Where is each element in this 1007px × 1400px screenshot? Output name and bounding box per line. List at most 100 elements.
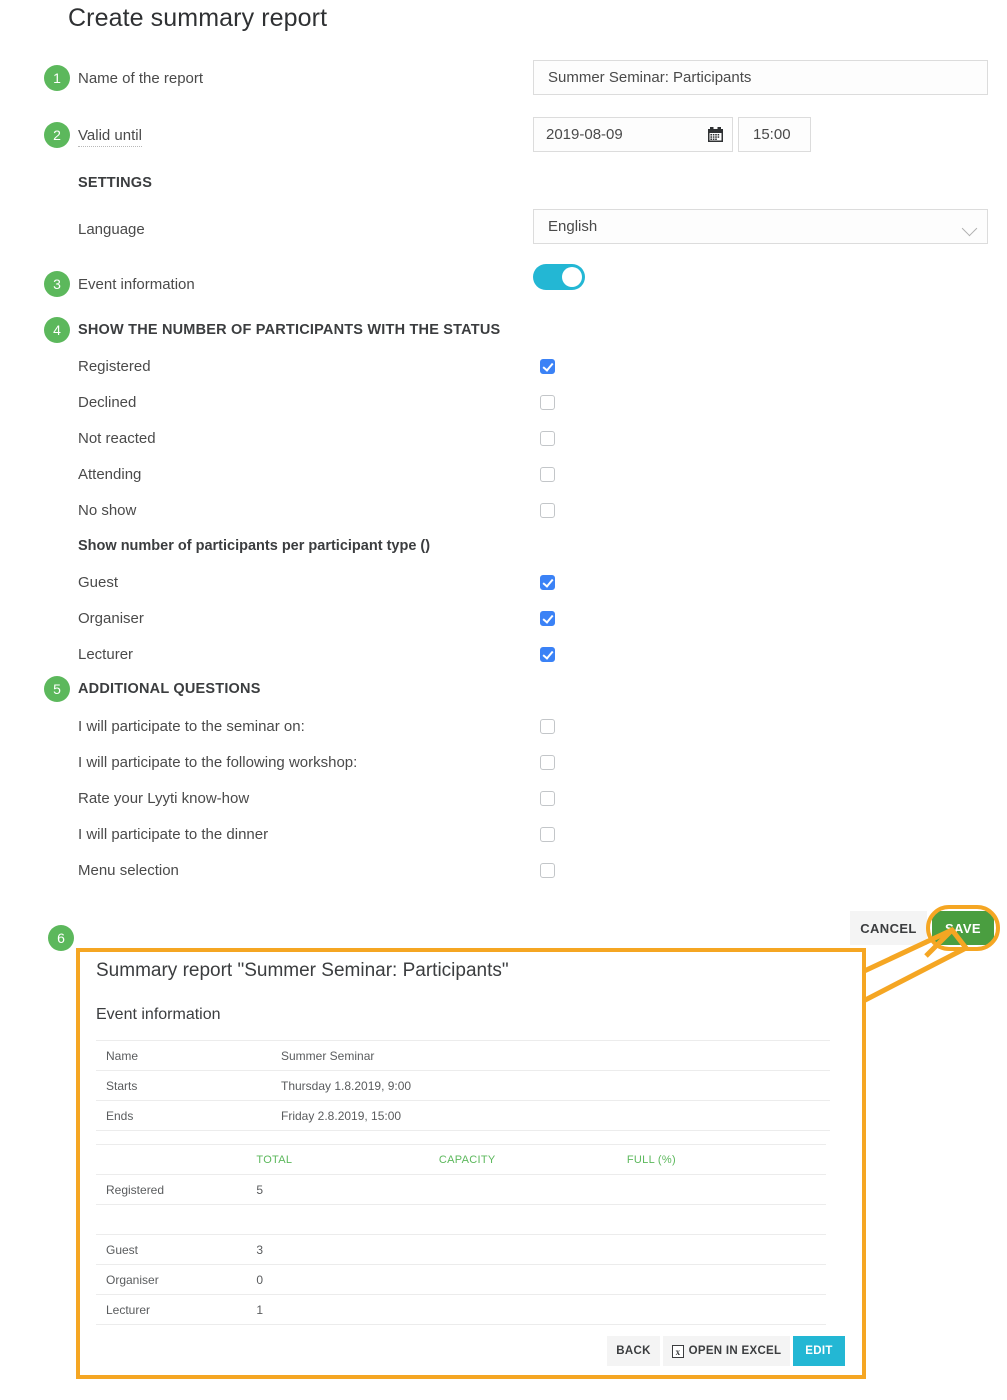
status-section-heading: SHOW THE NUMBER OF PARTICIPANTS WITH THE… bbox=[78, 322, 500, 338]
cancel-button[interactable]: CANCEL bbox=[850, 911, 927, 945]
status-label-attending: Attending bbox=[78, 466, 141, 483]
ptype-checkbox-guest[interactable] bbox=[540, 575, 555, 590]
status-checkbox-declined[interactable] bbox=[540, 395, 555, 410]
calendar-icon[interactable] bbox=[707, 126, 724, 143]
aq-label-workshop: I will participate to the following work… bbox=[78, 754, 357, 771]
event-info-value: Summer Seminar bbox=[281, 1041, 830, 1071]
stats-label-organiser: Organiser bbox=[96, 1265, 256, 1295]
stats-full-organiser bbox=[627, 1265, 826, 1295]
stats-header-total: TOTAL bbox=[256, 1145, 439, 1175]
open-in-excel-button[interactable]: x OPEN IN EXCEL bbox=[663, 1336, 790, 1366]
report-name-input[interactable] bbox=[533, 60, 988, 95]
stats-full-registered bbox=[627, 1175, 826, 1205]
stats-label-registered[interactable]: Registered bbox=[96, 1175, 256, 1205]
additional-questions-heading: ADDITIONAL QUESTIONS bbox=[78, 681, 261, 697]
status-label-no-show: No show bbox=[78, 502, 136, 519]
report-title: Summary report "Summer Seminar: Particip… bbox=[96, 960, 509, 982]
spacer-cell bbox=[439, 1205, 627, 1235]
language-label: Language bbox=[78, 221, 145, 238]
aq-checkbox-knowhow[interactable] bbox=[540, 791, 555, 806]
step-badge-2: 2 bbox=[44, 122, 70, 148]
table-header-row: TOTAL CAPACITY FULL (%) bbox=[96, 1145, 826, 1175]
table-row: Ends Friday 2.8.2019, 15:00 bbox=[96, 1101, 830, 1131]
aq-label-dinner: I will participate to the dinner bbox=[78, 826, 268, 843]
stats-total-registered: 5 bbox=[256, 1175, 439, 1205]
stats-label-guest: Guest bbox=[96, 1235, 256, 1265]
status-checkbox-no-show[interactable] bbox=[540, 503, 555, 518]
event-information-label: Event information bbox=[78, 276, 195, 293]
participant-type-heading: Show number of participants per particip… bbox=[78, 538, 430, 554]
edit-button[interactable]: EDIT bbox=[793, 1336, 845, 1366]
language-select-value: English bbox=[548, 218, 597, 235]
ptype-label-organiser: Organiser bbox=[78, 610, 144, 627]
stats-total-lecturer: 1 bbox=[256, 1295, 439, 1325]
aq-checkbox-menu[interactable] bbox=[540, 863, 555, 878]
aq-label-knowhow: Rate your Lyyti know-how bbox=[78, 790, 249, 807]
stats-full-guest bbox=[627, 1235, 826, 1265]
step-badge-3: 3 bbox=[44, 271, 70, 297]
aq-checkbox-seminar[interactable] bbox=[540, 719, 555, 734]
summary-report-panel: Summary report "Summer Seminar: Particip… bbox=[76, 948, 866, 1379]
table-row: Name Summer Seminar bbox=[96, 1041, 830, 1071]
stats-total-guest: 3 bbox=[256, 1235, 439, 1265]
spacer-cell bbox=[256, 1205, 439, 1235]
valid-until-label: Valid until bbox=[78, 127, 142, 147]
stats-capacity-guest bbox=[439, 1235, 627, 1265]
aq-checkbox-workshop[interactable] bbox=[540, 755, 555, 770]
chevron-down-icon bbox=[962, 221, 978, 237]
save-button[interactable]: SAVE bbox=[932, 911, 994, 945]
status-label-registered: Registered bbox=[78, 358, 151, 375]
page-title: Create summary report bbox=[68, 4, 327, 33]
valid-until-date-input[interactable] bbox=[534, 118, 694, 151]
stats-total-organiser: 0 bbox=[256, 1265, 439, 1295]
step-badge-4: 4 bbox=[44, 317, 70, 343]
event-info-label: Starts bbox=[96, 1071, 281, 1101]
event-info-label: Name bbox=[96, 1041, 281, 1071]
status-checkbox-attending[interactable] bbox=[540, 467, 555, 482]
event-information-toggle[interactable] bbox=[533, 264, 585, 290]
spacer-cell bbox=[627, 1205, 826, 1235]
ptype-checkbox-lecturer[interactable] bbox=[540, 647, 555, 662]
table-row: Guest 3 bbox=[96, 1235, 826, 1265]
stats-capacity-organiser bbox=[439, 1265, 627, 1295]
status-label-not-reacted: Not reacted bbox=[78, 430, 156, 447]
report-subtitle: Event information bbox=[96, 1006, 221, 1024]
stats-capacity-registered bbox=[439, 1175, 627, 1205]
stats-label-lecturer: Lecturer bbox=[96, 1295, 256, 1325]
spacer-cell bbox=[96, 1205, 256, 1235]
stats-capacity-lecturer bbox=[439, 1295, 627, 1325]
aq-label-seminar: I will participate to the seminar on: bbox=[78, 718, 305, 735]
excel-file-icon: x bbox=[672, 1345, 684, 1358]
open-in-excel-label: OPEN IN EXCEL bbox=[689, 1345, 782, 1357]
ptype-checkbox-organiser[interactable] bbox=[540, 611, 555, 626]
language-select[interactable]: English bbox=[533, 209, 988, 244]
status-label-declined: Declined bbox=[78, 394, 136, 411]
step-badge-5: 5 bbox=[44, 676, 70, 702]
step-badge-1: 1 bbox=[44, 65, 70, 91]
table-row: Organiser 0 bbox=[96, 1265, 826, 1295]
stats-header-full: FULL (%) bbox=[627, 1145, 826, 1175]
event-information-table: Name Summer Seminar Starts Thursday 1.8.… bbox=[96, 1040, 830, 1131]
aq-label-menu: Menu selection bbox=[78, 862, 179, 879]
table-row: Registered 5 bbox=[96, 1175, 826, 1205]
step-badge-6: 6 bbox=[48, 925, 74, 951]
event-info-label: Ends bbox=[96, 1101, 281, 1131]
aq-checkbox-dinner[interactable] bbox=[540, 827, 555, 842]
table-row: Lecturer 1 bbox=[96, 1295, 826, 1325]
back-button[interactable]: BACK bbox=[607, 1336, 660, 1366]
stats-header-capacity: CAPACITY bbox=[439, 1145, 627, 1175]
stats-full-lecturer bbox=[627, 1295, 826, 1325]
ptype-label-lecturer: Lecturer bbox=[78, 646, 133, 663]
table-row: Starts Thursday 1.8.2019, 9:00 bbox=[96, 1071, 830, 1101]
ptype-label-guest: Guest bbox=[78, 574, 118, 591]
stats-header-blank bbox=[96, 1145, 256, 1175]
valid-until-date-field[interactable] bbox=[533, 117, 733, 152]
svg-text:x: x bbox=[675, 1347, 680, 1357]
valid-until-time-input[interactable] bbox=[738, 117, 811, 152]
status-checkbox-registered[interactable] bbox=[540, 359, 555, 374]
name-of-report-label: Name of the report bbox=[78, 70, 203, 87]
event-info-value: Thursday 1.8.2019, 9:00 bbox=[281, 1071, 830, 1101]
status-checkbox-not-reacted[interactable] bbox=[540, 431, 555, 446]
statistics-table: TOTAL CAPACITY FULL (%) Registered 5 Gue… bbox=[96, 1144, 826, 1325]
table-spacer-row bbox=[96, 1205, 826, 1235]
